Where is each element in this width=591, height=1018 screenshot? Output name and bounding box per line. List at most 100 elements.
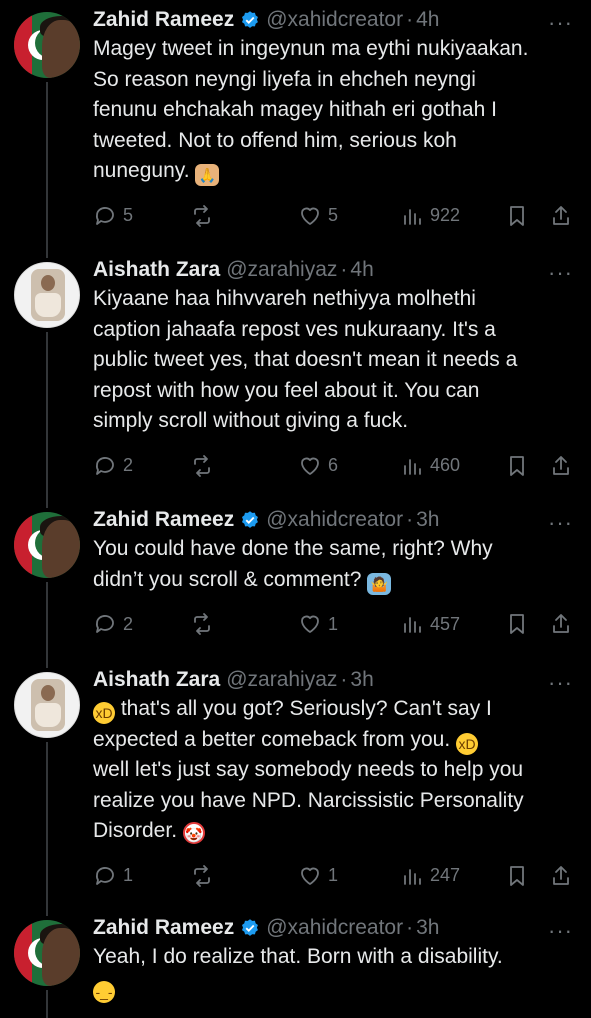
more-options-icon[interactable]: ··· (548, 670, 573, 696)
repost-button[interactable] (190, 861, 214, 891)
author-name[interactable]: Aishath Zara (93, 668, 220, 692)
separator-dot: · (406, 8, 414, 31)
retweet-icon (194, 864, 210, 887)
tweet-text-line: Magey tweet in ingeynun ma eythi nukiyaa… (93, 34, 573, 65)
more-options-icon[interactable]: ··· (548, 10, 573, 36)
author-handle[interactable]: @zarahiyaz (226, 258, 337, 282)
views-count: 457 (430, 613, 461, 634)
tweet-text-content: tweeted. Not to offend him, serious koh (93, 128, 457, 152)
tweet-text-line: realize you have NPD. Narcissistic Perso… (93, 786, 573, 817)
more-options-icon[interactable]: ··· (548, 260, 573, 286)
repost-button[interactable] (190, 609, 214, 639)
reply-button[interactable]: 2 (93, 609, 133, 639)
views-button[interactable]: 460 (400, 451, 460, 481)
tweet-text-line: repost with how you feel about it. You c… (93, 376, 573, 407)
repost-button[interactable] (190, 451, 214, 481)
tweet: Aishath Zara @zarahiyaz · 4h ··· Kiyaane haa … (0, 250, 591, 508)
tweet-text-line: didn’t you scroll & comment? 🤷 (93, 565, 573, 596)
views-count: 247 (430, 865, 461, 885)
more-options-icon[interactable]: ··· (548, 918, 573, 944)
timestamp[interactable]: 3h (416, 508, 439, 532)
timestamp[interactable]: 4h (416, 8, 439, 32)
author-name[interactable]: Zahid Rameez (93, 508, 234, 532)
views-icon (404, 868, 421, 885)
tweet-text-line: Kiyaane haa hihvvareh nethiyya molhethi (93, 284, 573, 315)
tweet-text-line: -_- (93, 973, 573, 1004)
bookmark-icon (510, 205, 524, 226)
avatar[interactable] (14, 512, 80, 578)
views-count: 922 (430, 205, 461, 225)
avatar[interactable] (14, 920, 80, 986)
like-button[interactable]: 1 (298, 861, 338, 891)
like-icon (301, 457, 319, 475)
share-icon (553, 614, 569, 633)
tweet-text-content: expected a better comeback from you. (93, 727, 451, 751)
tweet-text-content: Disorder. (93, 819, 178, 842)
tweet-header: Aishath Zara @zarahiyaz · 3h (93, 668, 374, 692)
timestamp[interactable]: 3h (350, 668, 373, 692)
tweet-text: Magey tweet in ingeynun ma eythi nukiyaa… (93, 34, 573, 187)
reply-count: 1 (123, 865, 134, 885)
thread-connector (46, 990, 48, 1018)
views-count: 460 (430, 455, 461, 475)
bookmark-icon (510, 614, 524, 634)
like-count: 6 (328, 455, 339, 475)
views-button[interactable]: 457 (400, 609, 460, 639)
author-name[interactable]: Aishath Zara (93, 258, 220, 282)
tweet-text-line: well let's just say somebody needs to he… (93, 755, 573, 786)
like-icon (301, 207, 319, 225)
separator-dot: · (340, 258, 348, 281)
repost-button[interactable] (190, 201, 214, 231)
share-button[interactable] (549, 201, 573, 231)
share-button[interactable] (549, 451, 573, 481)
author-name[interactable]: Zahid Rameez (93, 916, 234, 940)
tweet-text: You could have done the same, right? Why… (93, 534, 573, 595)
author-handle[interactable]: @xahidcreator (266, 916, 403, 940)
tweet-text-line: Yeah, I do realize that. Born with a dis… (93, 942, 573, 973)
tweet-text: Kiyaane haa hihvvareh nethiyya molhethi c… (93, 284, 573, 437)
more-options-icon[interactable]: ··· (548, 510, 573, 536)
share-button[interactable] (549, 609, 573, 639)
separator-dot: · (406, 916, 414, 939)
bookmark-icon (510, 455, 524, 476)
retweet-icon (194, 454, 210, 477)
timestamp[interactable]: 4h (350, 258, 373, 282)
avatar[interactable] (14, 262, 80, 328)
bookmark-button[interactable] (505, 451, 529, 481)
verified-badge-icon (242, 11, 259, 28)
verified-badge-icon (242, 919, 259, 936)
like-button[interactable]: 6 (298, 451, 338, 481)
reply-button[interactable]: 2 (93, 451, 133, 481)
author-name[interactable]: Zahid Rameez (93, 8, 234, 32)
like-count: 1 (328, 613, 339, 634)
bookmark-button[interactable] (505, 861, 529, 891)
like-button[interactable]: 1 (298, 609, 338, 639)
views-button[interactable]: 922 (400, 201, 460, 231)
like-icon (301, 867, 319, 885)
tweet-actions: 1 1 247 (93, 861, 583, 891)
tweet-actions: 2 6 460 (93, 451, 583, 481)
author-handle[interactable]: @xahidcreator (266, 8, 403, 32)
reply-count: 2 (123, 613, 134, 634)
reply-button[interactable]: 5 (93, 201, 133, 231)
tweet: Aishath Zara @zarahiyaz · 3h ··· xD that's al… (0, 660, 591, 916)
tweet-actions: 2 1 457 (93, 609, 583, 639)
tweet-text-content: nuneguny. (93, 159, 190, 182)
bookmark-button[interactable] (505, 201, 529, 231)
author-handle[interactable]: @zarahiyaz (226, 668, 337, 692)
author-handle[interactable]: @xahidcreator (266, 508, 403, 532)
like-count: 5 (328, 205, 339, 225)
like-button[interactable]: 5 (298, 201, 338, 231)
tweet-header: Aishath Zara @zarahiyaz · 4h (93, 258, 374, 282)
bookmark-button[interactable] (505, 609, 529, 639)
avatar[interactable] (14, 672, 80, 738)
views-button[interactable]: 247 (400, 861, 460, 891)
tweet-text: Yeah, I do realize that. Born with a dis… (93, 942, 573, 1003)
share-button[interactable] (549, 861, 573, 891)
tweet-text-content: fenunu ehchakah magey hithah eri gothah … (93, 98, 497, 121)
avatar[interactable] (14, 12, 80, 78)
tweet-text-content: caption jahaafa repost ves nukuraany. It… (93, 317, 496, 341)
reply-button[interactable]: 1 (93, 861, 133, 891)
retweet-icon (194, 204, 210, 227)
timestamp[interactable]: 3h (416, 916, 439, 940)
